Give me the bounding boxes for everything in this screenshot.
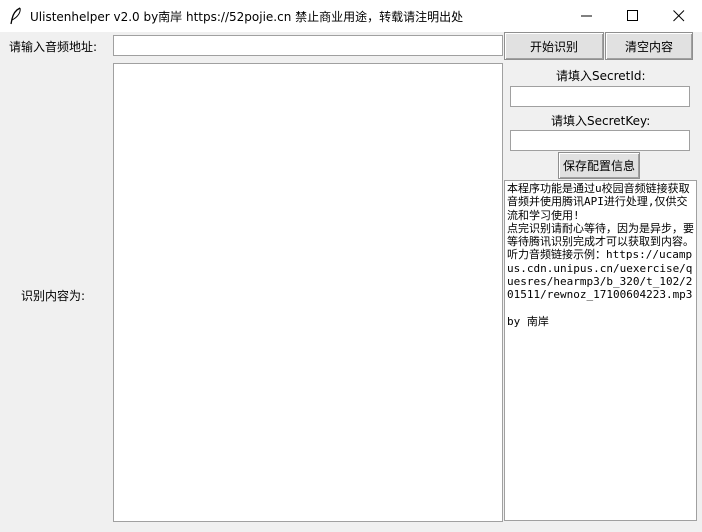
info-textbox[interactable]: 本程序功能是通过u校园音频链接获取音频并使用腾讯API进行处理,仅供交流和学习使…	[504, 180, 697, 521]
secret-id-label: 请填入SecretId:	[556, 69, 646, 83]
minimize-icon	[581, 15, 592, 17]
minimize-button[interactable]	[564, 0, 610, 31]
maximize-icon	[627, 10, 638, 21]
start-recognize-button[interactable]: 开始识别	[504, 32, 604, 60]
result-label: 识别内容为:	[21, 289, 86, 303]
audio-url-label: 请输入音频地址:	[9, 40, 98, 54]
close-button[interactable]	[656, 0, 702, 31]
secret-key-label: 请填入SecretKey:	[551, 114, 651, 128]
audio-url-input[interactable]	[113, 35, 503, 56]
secret-id-input[interactable]	[510, 86, 690, 107]
window-title: Ulistenhelper v2.0 by南岸 https://52pojie.…	[30, 10, 464, 24]
secret-key-input[interactable]	[510, 130, 690, 151]
title-bar: Ulistenhelper v2.0 by南岸 https://52pojie.…	[0, 0, 702, 32]
close-icon	[673, 10, 685, 22]
save-config-button[interactable]: 保存配置信息	[558, 152, 640, 179]
clear-content-button[interactable]: 清空内容	[605, 32, 693, 60]
maximize-button[interactable]	[610, 0, 656, 31]
info-text: 本程序功能是通过u校园音频链接获取音频并使用腾讯API进行处理,仅供交流和学习使…	[507, 182, 694, 328]
feather-icon	[10, 7, 21, 25]
result-textarea[interactable]	[113, 63, 503, 522]
app-window: Ulistenhelper v2.0 by南岸 https://52pojie.…	[0, 0, 702, 532]
